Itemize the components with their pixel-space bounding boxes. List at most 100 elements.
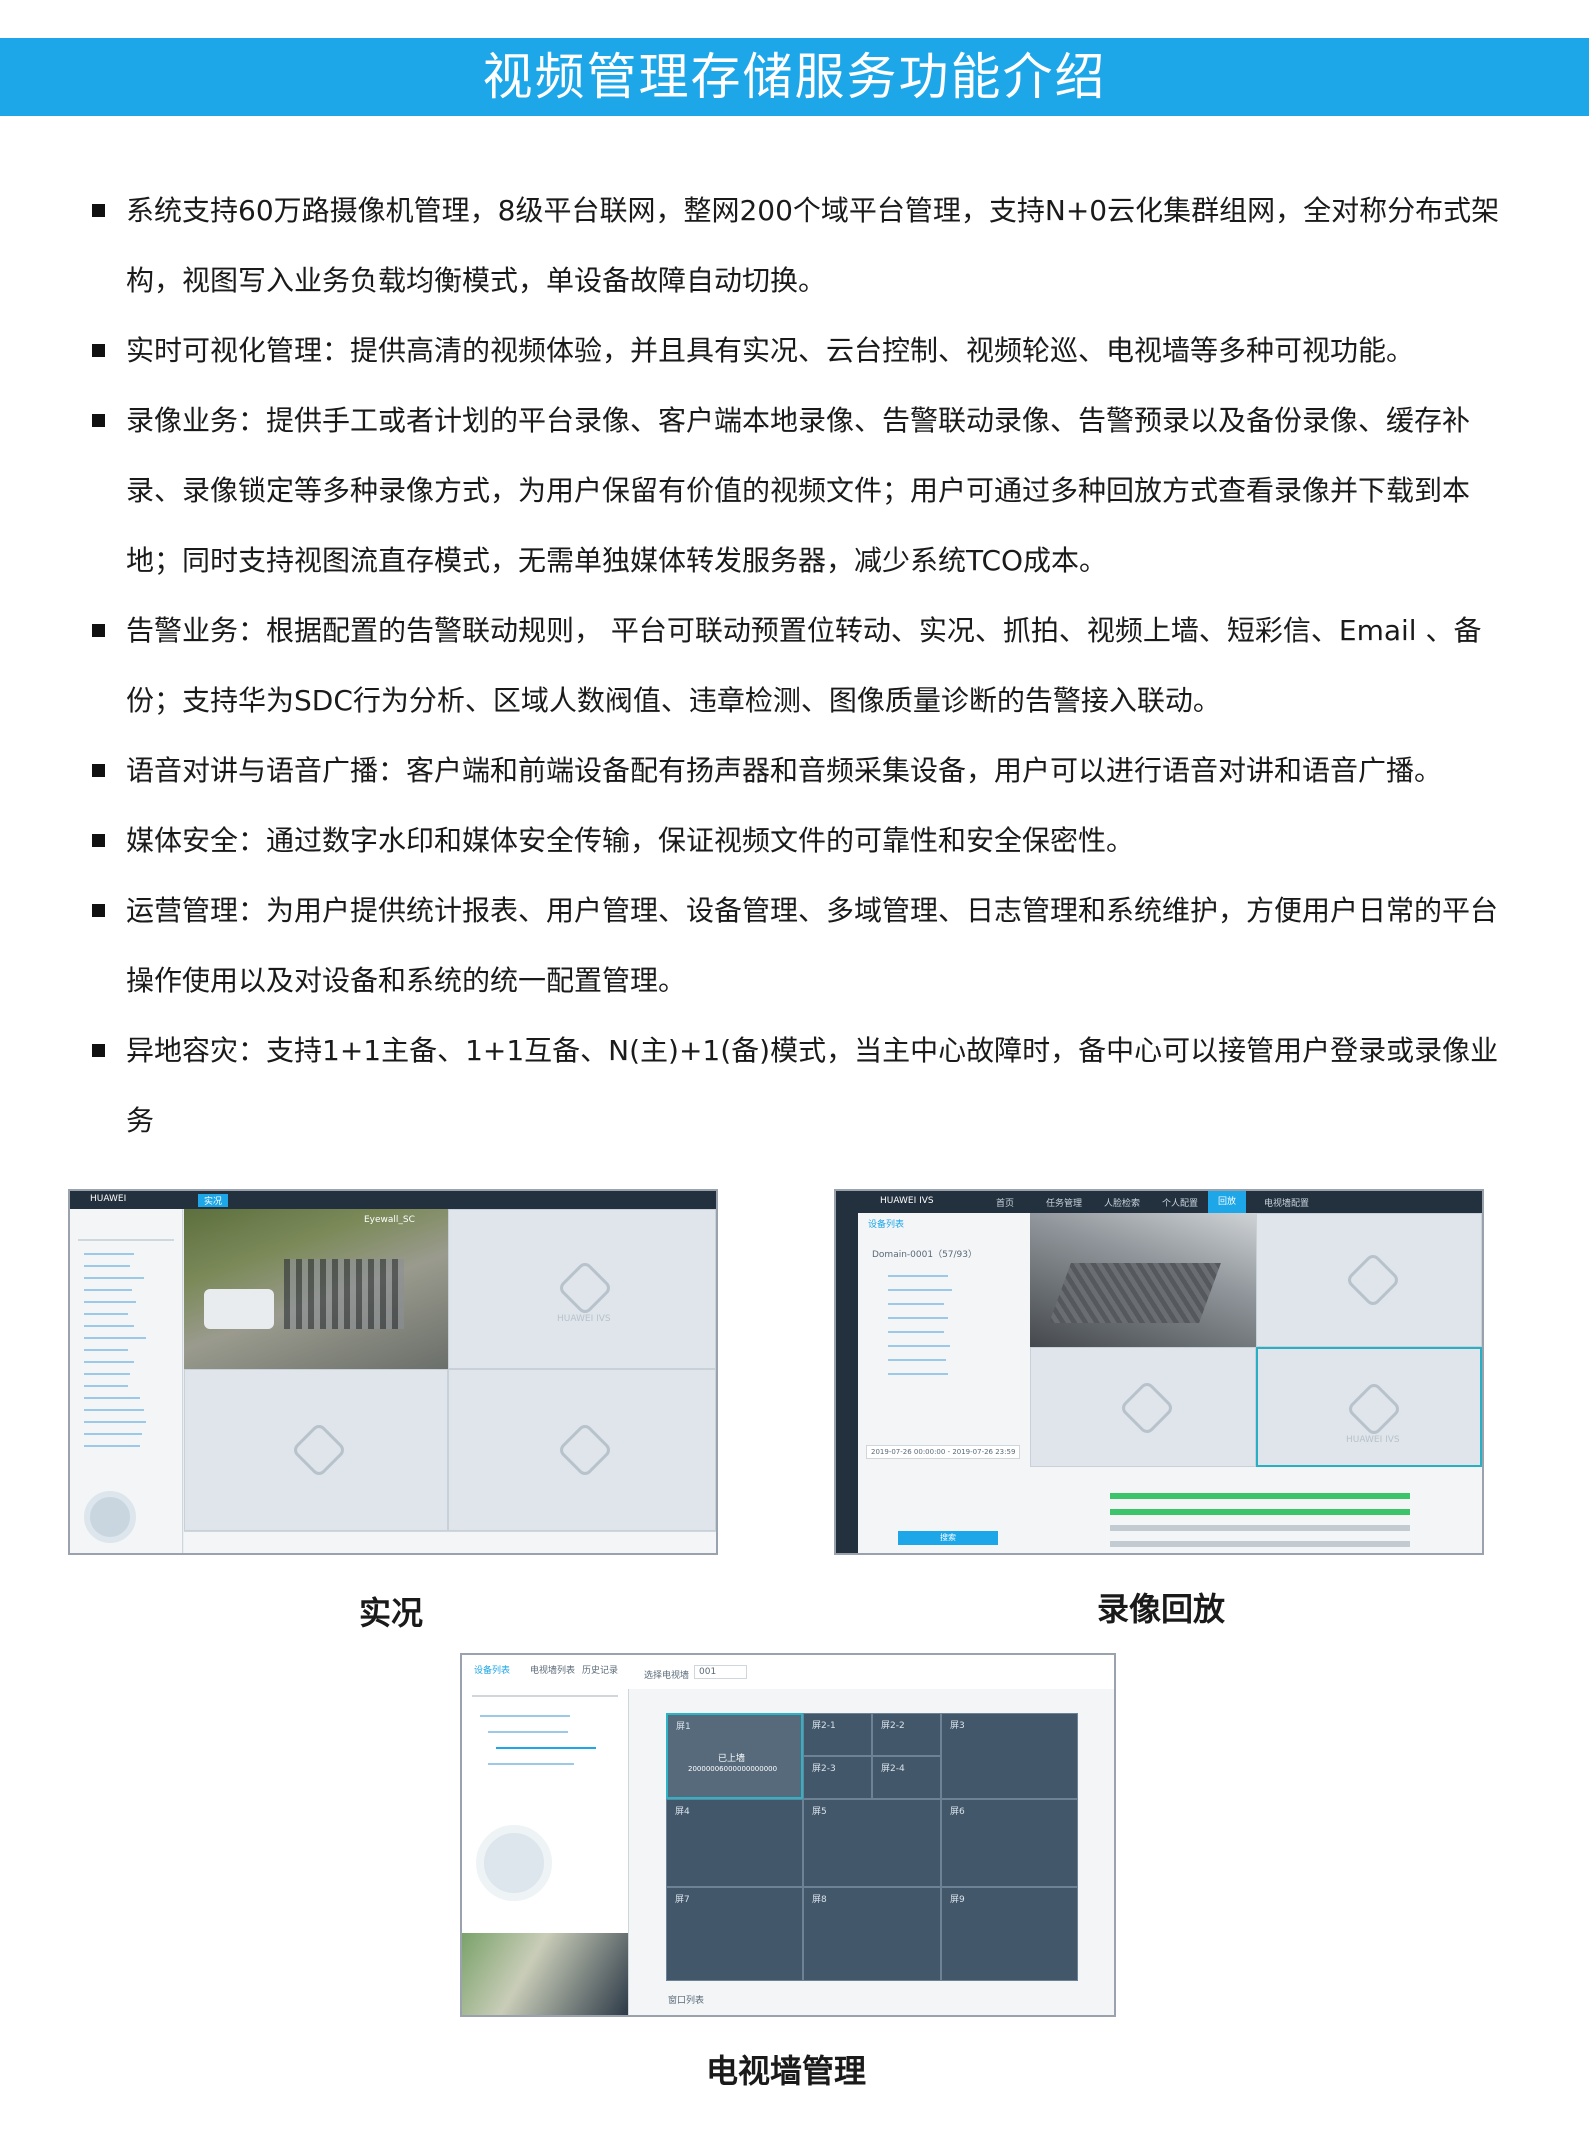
playback-device-panel: 设备列表 Domain-0001（57/93） 2019-07-26 00:00… (858, 1213, 1031, 1553)
device-tree-panel (70, 1209, 183, 1553)
playback-feed[interactable] (1030, 1213, 1256, 1347)
feature-text: 系统支持60万路摄像机管理，8级平台联网，整网200个域平台管理，支持N+0云化… (126, 194, 1500, 297)
tab-tvwall-list[interactable]: 电视墙列表 (530, 1663, 575, 1676)
preview-thumbnail (462, 1933, 628, 2015)
tab-device-list[interactable]: 设备列表 (474, 1663, 510, 1676)
tv-tile[interactable]: 屏2-4 (872, 1756, 941, 1799)
feature-item: 异地容灾：支持1+1主备、1+1互备、N(主)+1(备)模式，当主中心故障时，备… (88, 1016, 1508, 1156)
nav-face-search[interactable]: 人脸检索 (1104, 1196, 1140, 1209)
tv-tile[interactable]: 屏2-2 (872, 1713, 941, 1756)
video-pane-selected[interactable]: HUAWEI IVS (1256, 1347, 1482, 1467)
feature-list: 系统支持60万路摄像机管理，8级平台联网，整网200个域平台管理，支持N+0云化… (88, 176, 1508, 1156)
video-pane[interactable]: HUAWEI IVS (448, 1209, 716, 1369)
bullet-square-icon (92, 904, 105, 917)
tile-label: 屏4 (675, 1807, 690, 1817)
nav-personal[interactable]: 个人配置 (1162, 1196, 1198, 1209)
tvwall-select-label: 选择电视墙 (644, 1671, 690, 1681)
tv-tile[interactable]: 屏8 (803, 1887, 941, 1981)
bullet-square-icon (92, 414, 105, 427)
watermark-label: HUAWEI IVS (1346, 1435, 1400, 1445)
tile-label: 屏2-3 (812, 1764, 836, 1774)
tile-label: 屏1 (676, 1722, 691, 1732)
nav-home[interactable]: 首页 (996, 1196, 1014, 1209)
ptz-control-icon[interactable] (84, 1491, 136, 1543)
camera-label: Eyewall_SC (364, 1215, 415, 1225)
tvwall-toolbar: 选择电视墙 001 (628, 1655, 1114, 1689)
tv-tile[interactable]: 屏4 (666, 1799, 803, 1887)
feature-item: 录像业务：提供手工或者计划的平台录像、客户端本地录像、告警联动录像、告警预录以及… (88, 386, 1508, 596)
feature-text: 录像业务：提供手工或者计划的平台录像、客户端本地录像、告警联动录像、告警预录以及… (126, 404, 1471, 577)
search-button-label: 搜索 (940, 1533, 956, 1542)
feature-text: 运营管理：为用户提供统计报表、用户管理、设备管理、多域管理、日志管理和系统维护，… (126, 894, 1499, 997)
feature-text: 语音对讲与语音广播：客户端和前端设备配有扬声器和音频采集设备，用户可以进行语音对… (126, 754, 1443, 787)
tv-tile[interactable]: 屏9 (941, 1887, 1078, 1981)
tv-tile[interactable]: 屏7 (666, 1887, 803, 1981)
live-camera-feed[interactable]: Eyewall_SC (184, 1209, 448, 1369)
bullet-square-icon (92, 344, 105, 357)
tv-tile[interactable]: 屏2-1 (803, 1713, 872, 1756)
tv-tile-onwall[interactable]: 屏1 已上墙 20000006000000000000 (666, 1713, 803, 1799)
nav-tasks[interactable]: 任务管理 (1046, 1196, 1082, 1209)
caption-tvwall: 电视墙管理 (705, 2052, 866, 2090)
live-bottom-toolbar (184, 1531, 716, 1553)
window-list-label[interactable]: 窗口列表 (668, 1993, 704, 2006)
time-range-field[interactable]: 2019-07-26 00:00:00 - 2019-07-26 23:59 (866, 1445, 1021, 1459)
tile-label: 屏3 (950, 1721, 965, 1731)
feature-item: 语音对讲与语音广播：客户端和前端设备配有扬声器和音频采集设备，用户可以进行语音对… (88, 736, 1508, 806)
playback-titlebar: HUAWEI IVS 首页 任务管理 人脸检索 个人配置 回放 电视墙配置 (836, 1191, 1482, 1213)
nav-tvwall-config[interactable]: 电视墙配置 (1264, 1196, 1309, 1209)
watermark-label: HUAWEI IVS (557, 1314, 611, 1324)
feature-item: 实时可视化管理：提供高清的视频体验，并且具有实况、云台控制、视频轮巡、电视墙等多… (88, 316, 1508, 386)
nav-playback[interactable]: 回放 (1208, 1191, 1247, 1213)
feature-text: 异地容灾：支持1+1主备、1+1互备、N(主)+1(备)模式，当主中心故障时，备… (126, 1034, 1499, 1137)
on-wall-id: 20000006000000000000 (688, 1765, 778, 1773)
bullet-square-icon (92, 834, 105, 847)
bullet-square-icon (92, 204, 105, 217)
device-list-tab[interactable]: 设备列表 (868, 1217, 904, 1230)
brand-label: HUAWEI IVS (880, 1196, 934, 1206)
tv-tile[interactable]: 屏6 (941, 1799, 1078, 1887)
playback-screenshot: HUAWEI IVS 首页 任务管理 人脸检索 个人配置 回放 电视墙配置 设备… (834, 1189, 1484, 1555)
ptz-control-icon[interactable] (476, 1825, 552, 1901)
on-wall-status: 已上墙 (718, 1754, 746, 1764)
brand-label: HUAWEI (90, 1194, 127, 1204)
tv-tile[interactable]: 屏5 (803, 1799, 941, 1887)
page-title: 视频管理存储服务功能介绍 (482, 48, 1107, 106)
feature-text: 实时可视化管理：提供高清的视频体验，并且具有实况、云台控制、视频轮巡、电视墙等多… (126, 334, 1415, 367)
tile-label: 屏7 (675, 1895, 690, 1905)
video-pane[interactable] (184, 1369, 448, 1531)
tile-label: 屏2-1 (812, 1721, 836, 1731)
live-view-screenshot: HUAWEI 实况 Eyewall_SC HUAWEI IVS (68, 1189, 718, 1555)
feature-item: 运营管理：为用户提供统计报表、用户管理、设备管理、多域管理、日志管理和系统维护，… (88, 876, 1508, 1016)
tvwall-select[interactable]: 001 (694, 1665, 748, 1679)
tv-tile[interactable]: 屏2-3 (803, 1756, 872, 1799)
tile-label: 屏6 (950, 1807, 965, 1817)
bullet-square-icon (92, 624, 105, 637)
feature-item: 告警业务：根据配置的告警联动规则， 平台可联动预置位转动、实况、抓拍、视频上墙、… (88, 596, 1508, 736)
tile-label: 屏8 (812, 1895, 827, 1905)
timeline-panel (1030, 1467, 1482, 1553)
video-pane[interactable] (448, 1369, 716, 1531)
tile-label: 屏2-4 (881, 1764, 905, 1774)
live-titlebar: HUAWEI 实况 (70, 1191, 716, 1209)
tile-label: 屏2-2 (881, 1721, 905, 1731)
feature-text: 媒体安全：通过数字水印和媒体安全传输，保证视频文件的可靠性和安全保密性。 (126, 824, 1135, 857)
domain-node[interactable]: Domain-0001（57/93） (872, 1247, 977, 1260)
tile-label: 屏5 (812, 1807, 827, 1817)
live-tab[interactable]: 实况 (198, 1194, 229, 1207)
tvwall-grid: 屏1 已上墙 20000006000000000000 屏2-1 屏2-2 屏3… (666, 1713, 1078, 1981)
title-banner: 视频管理存储服务功能介绍 (0, 38, 1589, 116)
bullet-square-icon (92, 764, 105, 777)
search-button[interactable]: 搜索 (898, 1531, 998, 1545)
tile-label: 屏9 (950, 1895, 965, 1905)
tv-tile[interactable]: 屏3 (941, 1713, 1078, 1799)
feature-item: 媒体安全：通过数字水印和媒体安全传输，保证视频文件的可靠性和安全保密性。 (88, 806, 1508, 876)
tvwall-left-panel: 设备列表 电视墙列表 历史记录 (462, 1655, 629, 2015)
video-pane[interactable] (1256, 1213, 1482, 1347)
bullet-square-icon (92, 1044, 105, 1057)
tab-history[interactable]: 历史记录 (582, 1663, 618, 1676)
feature-text: 告警业务：根据配置的告警联动规则， 平台可联动预置位转动、实况、抓拍、视频上墙、… (126, 614, 1482, 717)
caption-playback: 录像回放 (1096, 1590, 1225, 1628)
video-pane[interactable] (1030, 1347, 1256, 1467)
caption-live: 实况 (358, 1594, 423, 1632)
